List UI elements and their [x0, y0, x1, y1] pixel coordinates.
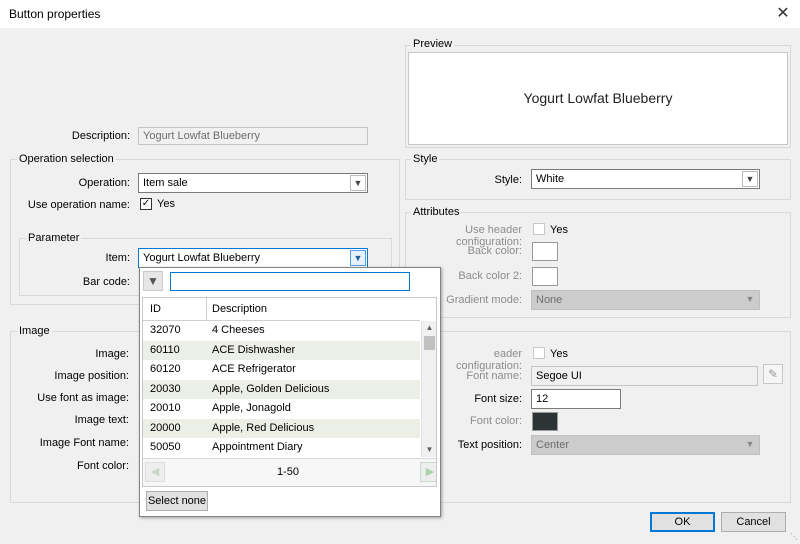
row-description: Apple, Red Delicious	[212, 421, 315, 434]
preview-group-label: Preview	[411, 38, 455, 50]
item-value: Yogurt Lowfat Blueberry	[143, 252, 260, 264]
operation-selection-label: Operation selection	[17, 153, 116, 165]
resize-grip-icon[interactable]: ⋱	[788, 532, 798, 542]
style-group-label: Style	[411, 153, 440, 165]
attr-use-header-checkbox[interactable]	[533, 223, 545, 235]
prev-page-icon[interactable]: ◀	[145, 462, 165, 482]
text-use-header-text: Yes	[550, 348, 568, 360]
image-group-label: Image	[17, 325, 52, 337]
image-position-label: Image position:	[54, 370, 129, 382]
chevron-down-icon[interactable]: ▼	[742, 171, 758, 187]
row-description: 4 Cheeses	[212, 324, 265, 336]
operation-label: Operation:	[78, 177, 130, 189]
text-use-header-checkbox[interactable]	[533, 347, 545, 359]
list-item[interactable]: 20010 Apple, Jonagold	[143, 399, 420, 419]
style-value: White	[536, 173, 565, 185]
attributes-group-label: Attributes	[411, 206, 462, 218]
text-font-color-swatch[interactable]	[532, 412, 558, 431]
row-description: ACE Refrigerator	[212, 363, 296, 375]
title-bar: Button properties ✕	[0, 0, 800, 28]
row-id: 50050	[150, 441, 181, 453]
style-select[interactable]: White ▼	[531, 169, 760, 189]
barcode-label: Bar code:	[82, 276, 130, 288]
chevron-down-icon[interactable]: ▼	[350, 250, 366, 266]
text-position-label: Text position:	[457, 439, 522, 451]
description-field[interactable]: Yogurt Lowfat Blueberry	[138, 127, 368, 145]
list-item[interactable]: 20000 Apple, Red Delicious	[143, 418, 420, 438]
row-id: 32070	[150, 324, 181, 336]
chevron-down-icon[interactable]: ▼	[350, 175, 366, 191]
row-id: 20010	[150, 402, 181, 414]
scroll-thumb[interactable]	[424, 336, 435, 350]
list-item[interactable]: 32070 4 Cheeses	[143, 321, 420, 341]
page-range: 1-50	[276, 466, 300, 478]
chevron-down-icon[interactable]: ▼	[742, 292, 758, 308]
scroll-down-icon[interactable]: ▼	[422, 443, 436, 457]
row-description: Apple, Golden Delicious	[212, 382, 330, 395]
scroll-up-icon[interactable]: ▲	[422, 321, 436, 335]
font-name-field[interactable]: Segoe UI	[531, 366, 758, 386]
image-font-color-label: Font color:	[77, 460, 129, 472]
item-dropdown-popup: ▼ ID Description 32070 4 Cheeses 60110 ACE…	[139, 267, 441, 517]
parameter-group-label: Parameter	[26, 232, 82, 244]
back-color-swatch[interactable]	[532, 242, 558, 261]
ok-button[interactable]: OK	[650, 512, 715, 532]
gradient-mode-value: None	[536, 294, 563, 306]
close-icon[interactable]: ✕	[772, 3, 794, 25]
operation-value: Item sale	[143, 177, 188, 189]
column-divider	[206, 298, 207, 321]
preview-panel: Yogurt Lowfat Blueberry	[408, 52, 788, 145]
row-id: 20030	[150, 382, 181, 395]
row-description: ACE Dishwasher	[212, 343, 296, 356]
window-title: Button properties	[9, 7, 101, 21]
filter-icon[interactable]: ▼	[143, 271, 163, 291]
back-color-label: Back color:	[467, 245, 522, 257]
description-label: Description:	[71, 130, 130, 142]
use-operation-name-checkbox[interactable]: ✓	[140, 198, 152, 210]
vertical-scrollbar[interactable]: ▲ ▼	[421, 321, 436, 457]
cancel-button[interactable]: Cancel	[721, 512, 786, 532]
gradient-mode-select[interactable]: None ▼	[531, 290, 760, 310]
text-position-select[interactable]: Center ▼	[531, 435, 760, 455]
list-item[interactable]: 20030 Apple, Golden Delicious	[143, 379, 420, 399]
row-description: Apple, Jonagold	[212, 402, 291, 414]
column-header-id: ID	[150, 303, 161, 315]
pencil-icon[interactable]: ✎	[763, 364, 783, 384]
image-text-label: Image text:	[74, 414, 129, 426]
font-name-label: Font name:	[466, 370, 522, 382]
row-id: 60120	[150, 363, 181, 375]
use-operation-name-label: Use operation name:	[27, 199, 130, 211]
back-color2-swatch[interactable]	[532, 267, 558, 286]
attr-use-header-text: Yes	[550, 224, 568, 236]
row-id: 20000	[150, 421, 181, 434]
item-select[interactable]: Yogurt Lowfat Blueberry ▼	[138, 248, 368, 268]
preview-button-text: Yogurt Lowfat Blueberry	[523, 90, 673, 106]
list-item[interactable]: 60110 ACE Dishwasher	[143, 340, 420, 360]
image-font-name-label: Image Font name:	[39, 437, 129, 449]
dropdown-search-input[interactable]	[170, 272, 410, 291]
dropdown-grid: ID Description 32070 4 Cheeses 60110 ACE D…	[142, 297, 437, 487]
text-use-header-label: eader configuration:	[455, 348, 522, 372]
column-header-description: Description	[212, 303, 268, 315]
use-operation-name-text: Yes	[157, 198, 175, 210]
chevron-down-icon[interactable]: ▼	[742, 437, 758, 453]
text-font-color-label: Font color:	[470, 415, 522, 427]
image-label: Image:	[95, 348, 129, 360]
row-description: Appointment Diary	[212, 441, 303, 453]
next-page-icon[interactable]: ▶	[420, 462, 436, 482]
font-as-image-label: Use font as image:	[37, 392, 129, 404]
font-size-label: Font size:	[474, 393, 522, 405]
pager: ◀ 1-50 ▶	[143, 458, 436, 486]
item-label: Item:	[105, 252, 130, 264]
style-label: Style:	[494, 174, 522, 186]
list-item[interactable]: 60120 ACE Refrigerator	[143, 360, 420, 380]
text-position-value: Center	[536, 439, 570, 451]
grid-header: ID Description	[143, 298, 420, 321]
select-none-button[interactable]: Select none	[146, 491, 208, 511]
row-id: 60110	[150, 343, 180, 356]
font-size-field[interactable]: 12	[531, 389, 621, 409]
operation-select[interactable]: Item sale ▼	[138, 173, 368, 193]
list-item[interactable]: 50050 Appointment Diary	[143, 438, 420, 458]
